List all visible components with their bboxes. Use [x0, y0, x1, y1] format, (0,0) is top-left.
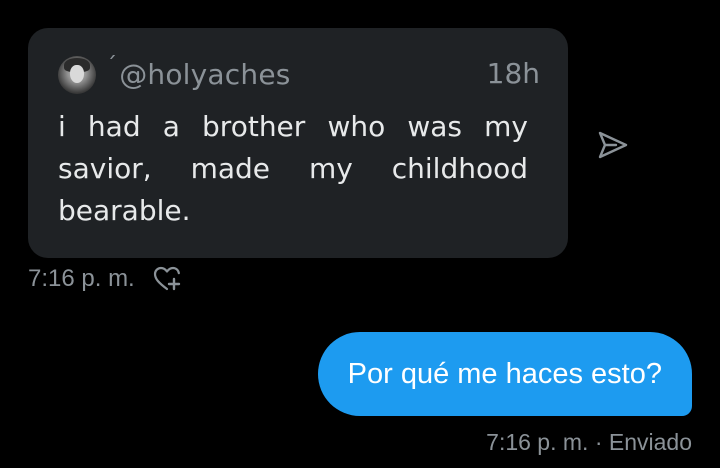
heart-plus-icon[interactable]: [153, 265, 183, 293]
sent-message-text: Por qué me haces esto?: [347, 357, 662, 390]
tweet-time-ago: 18h: [486, 57, 540, 90]
tweet-text: i had a brother who was my savior, made …: [58, 110, 528, 227]
avatar: [58, 56, 96, 94]
handle-mark: ˊ: [106, 53, 118, 79]
send-icon[interactable]: [596, 128, 630, 162]
sent-message-bubble[interactable]: Por qué me haces esto?: [317, 332, 692, 416]
tweet-handle: @holyaches: [119, 57, 291, 91]
message-timestamp: 7:16 p. m.: [28, 265, 135, 292]
tweet-author: ˊ @holyaches: [106, 53, 291, 92]
quoted-tweet-card[interactable]: ˊ @holyaches 18h i had a brother who was…: [28, 28, 568, 258]
sent-message-meta: 7:16 p. m. · Enviado: [486, 429, 692, 455]
message-meta-received: 7:16 p. m.: [28, 264, 183, 294]
